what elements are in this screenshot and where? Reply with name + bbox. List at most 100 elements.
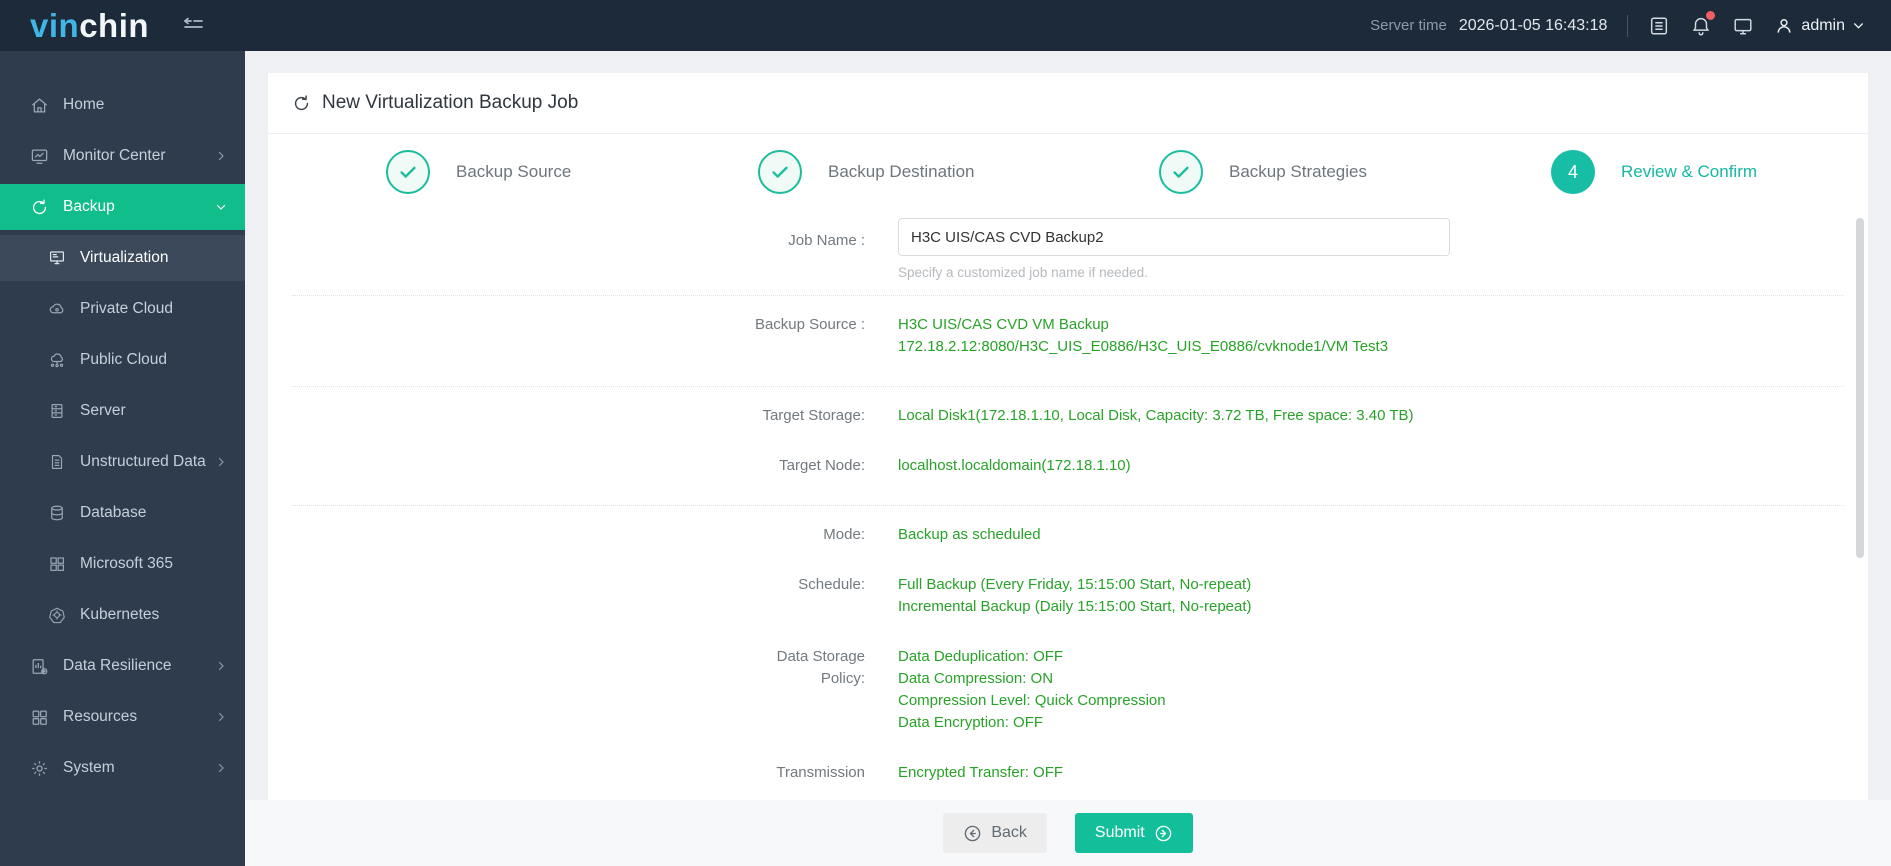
sidebar-item-label: Virtualization [80, 249, 169, 266]
chevron-right-icon [215, 660, 227, 672]
review-row-transmission: Transmission Encrypted Transfer: OFF [268, 762, 1868, 784]
backup-refresh-icon [32, 199, 47, 214]
review-row-mode: Mode: Backup as scheduled [268, 524, 1868, 546]
section-divider [292, 505, 1844, 506]
sidebar-item-unstructured-data[interactable]: Unstructured Data [0, 439, 245, 485]
sidebar-item-label: Kubernetes [80, 606, 160, 623]
card-header: New Virtualization Backup Job [268, 73, 1868, 134]
sidebar-item-label: Server [80, 402, 126, 419]
step-backup-destination[interactable]: Backup Destination [758, 150, 974, 194]
row-value-line: Data Encryption: OFF [898, 714, 1044, 731]
sidebar-item-data-resilience[interactable]: Data Resilience [0, 643, 245, 689]
private-cloud-icon [49, 303, 64, 314]
gear-icon [32, 760, 47, 776]
check-icon [1173, 166, 1189, 178]
sidebar-item-monitor-center[interactable]: Monitor Center [0, 133, 245, 179]
chevron-right-icon [215, 456, 227, 468]
step-backup-source[interactable]: Backup Source [386, 150, 571, 194]
row-label: Backup Source : [754, 316, 865, 333]
step-review-confirm[interactable]: 4 Review & Confirm [1551, 150, 1757, 194]
row-label: Mode: [823, 526, 865, 543]
user-icon [1777, 18, 1791, 33]
row-label: Data Storage Policy: [776, 648, 865, 687]
step-check-circle [386, 150, 430, 194]
circled-arrow-left-icon [965, 825, 981, 841]
topbar-divider [1627, 14, 1629, 37]
sidebar-item-label: Data Resilience [63, 657, 172, 674]
wizard-footer: Back Submit [245, 800, 1891, 866]
sidebar-item-label: System [63, 759, 115, 776]
row-value-line: H3C UIS/CAS CVD VM Backup [898, 316, 1109, 333]
row-value-line: Local Disk1(172.18.1.10, Local Disk, Cap… [898, 407, 1414, 424]
step-backup-strategies[interactable]: Backup Strategies [1159, 150, 1367, 194]
job-name-input[interactable] [898, 218, 1450, 256]
home-icon [31, 98, 48, 112]
sidebar-item-private-cloud[interactable]: Private Cloud [0, 286, 245, 332]
sidebar-item-backup[interactable]: Backup [0, 184, 245, 230]
job-name-hint: Specify a customized job name if needed. [898, 265, 1148, 280]
sidebar-item-label: Database [80, 504, 147, 521]
review-row-target-storage: Target Storage: Local Disk1(172.18.1.10,… [268, 405, 1868, 427]
sidebar-item-resources[interactable]: Resources [0, 694, 245, 740]
step-check-circle [1159, 150, 1203, 194]
server-time-value: 2026-01-05 16:43:18 [1458, 16, 1608, 34]
sidebar-item-home[interactable]: Home [0, 82, 245, 128]
sidebar-item-system[interactable]: System [0, 745, 245, 791]
notifications-bell-icon[interactable] [1690, 10, 1716, 37]
grid-icon [50, 557, 64, 571]
sidebar-nav: Home Monitor Center Backup Virtualizatio… [0, 51, 245, 866]
row-value-line: Backup as scheduled [898, 526, 1041, 543]
review-row-backup-source: Backup Source : H3C UIS/CAS CVD VM Backu… [268, 314, 1868, 358]
notification-badge [1706, 10, 1716, 20]
logo-text-secondary: chin [79, 7, 150, 44]
review-row-target-node: Target Node: localhost.localdomain(172.1… [268, 455, 1868, 477]
review-row-schedule: Schedule: Full Backup (Every Friday, 15:… [268, 574, 1868, 618]
step-label: Backup Source [456, 162, 572, 181]
row-value-line: Data Compression: ON [898, 670, 1054, 687]
sidebar-item-label: Unstructured Data [80, 453, 206, 470]
chevron-right-icon [215, 150, 227, 162]
scrollbar-thumb[interactable] [1856, 218, 1864, 558]
sidebar-item-kubernetes[interactable]: Kubernetes [0, 592, 245, 638]
section-divider [292, 386, 1844, 387]
row-label: Target Storage: [762, 407, 865, 424]
sidebar-item-public-cloud[interactable]: Public Cloud [0, 337, 245, 383]
circled-arrow-right-icon [1155, 825, 1171, 841]
sidebar-collapse-icon[interactable] [181, 14, 205, 38]
step-number-circle: 4 [1551, 150, 1595, 194]
refresh-icon[interactable] [292, 94, 311, 113]
step-label: Backup Destination [828, 162, 975, 181]
check-icon [772, 166, 788, 178]
sidebar-item-virtualization[interactable]: Virtualization [0, 235, 245, 281]
sidebar-item-microsoft-365[interactable]: Microsoft 365 [0, 541, 245, 587]
back-button[interactable]: Back [943, 813, 1047, 853]
sidebar-item-database[interactable]: Database [0, 490, 245, 536]
job-name-row: Job Name : [268, 218, 1868, 256]
main-area: New Virtualization Backup Job Backup Sou… [245, 51, 1891, 866]
logs-icon[interactable] [1648, 15, 1670, 37]
row-value-line: Data Deduplication: OFF [898, 648, 1064, 665]
username: admin [1801, 16, 1845, 34]
resources-icon [32, 710, 47, 725]
sidebar-item-label: Backup [63, 198, 115, 215]
step-label: Backup Strategies [1229, 162, 1367, 181]
document-icon [51, 455, 63, 469]
app-root: vinchin Server time 2026-01-05 16:43:18 [0, 0, 1891, 866]
database-icon [51, 505, 63, 521]
server-icon [51, 404, 63, 418]
chevron-right-icon [215, 711, 227, 723]
back-button-label: Back [991, 824, 1027, 841]
step-check-circle [758, 150, 802, 194]
check-icon [400, 166, 416, 178]
server-time-label: Server time [1370, 17, 1447, 34]
console-monitor-icon[interactable] [1732, 15, 1754, 37]
wizard-card: New Virtualization Backup Job Backup Sou… [268, 73, 1868, 800]
row-label: Transmission [776, 764, 865, 781]
user-menu[interactable]: admin [1774, 16, 1865, 36]
row-value-line: Compression Level: Quick Compression [898, 692, 1166, 709]
row-label: Schedule: [798, 576, 865, 593]
chevron-down-icon [215, 201, 227, 213]
submit-button[interactable]: Submit [1074, 813, 1193, 853]
sidebar-item-server[interactable]: Server [0, 388, 245, 434]
row-value-line: Encrypted Transfer: OFF [898, 764, 1064, 781]
